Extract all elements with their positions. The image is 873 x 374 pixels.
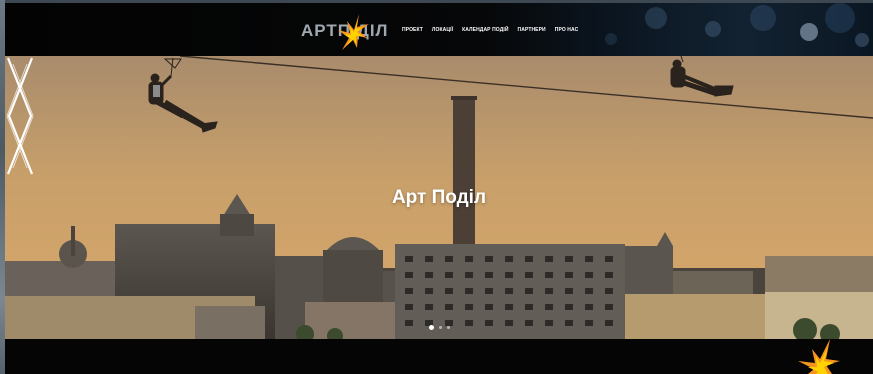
slider-dot[interactable] [439, 326, 442, 329]
bokeh-light [705, 21, 721, 37]
page-footer-strip [5, 339, 873, 374]
starburst-logo-icon [798, 339, 840, 374]
main-navigation: ПРОЕКТ ЛОКАЦІЇ КАЛЕНДАР ПОДІЙ ПАРТНЕРИ П… [402, 27, 578, 33]
chevron-right-icon[interactable] [5, 56, 35, 176]
nav-item-about[interactable]: ПРО НАС [555, 27, 579, 33]
site-logo[interactable]: АРТП ДІЛ [301, 12, 389, 50]
hero-slider: Арт Поділ [5, 56, 873, 339]
bokeh-light [750, 5, 776, 31]
nav-item-partners[interactable]: ПАРТНЕРИ [518, 27, 546, 33]
bokeh-light [800, 23, 818, 41]
slider-pagination [429, 325, 450, 330]
bokeh-light [645, 7, 667, 29]
bokeh-light [825, 3, 855, 33]
hero-title: Арт Поділ [391, 187, 487, 208]
site-header: АРТП ДІЛ ПРОЕКТ ЛОКАЦІЇ КАЛЕНДАР ПОДІЙ П… [5, 3, 873, 56]
bokeh-light [605, 33, 617, 45]
nav-item-project[interactable]: ПРОЕКТ [402, 27, 423, 33]
slider-dot[interactable] [447, 326, 450, 329]
nav-item-locations[interactable]: ЛОКАЦІЇ [432, 27, 453, 33]
starburst-logo-icon [338, 14, 369, 50]
slider-dot-active[interactable] [429, 325, 434, 330]
nav-item-events-calendar[interactable]: КАЛЕНДАР ПОДІЙ [462, 27, 508, 33]
bokeh-light [855, 33, 869, 47]
